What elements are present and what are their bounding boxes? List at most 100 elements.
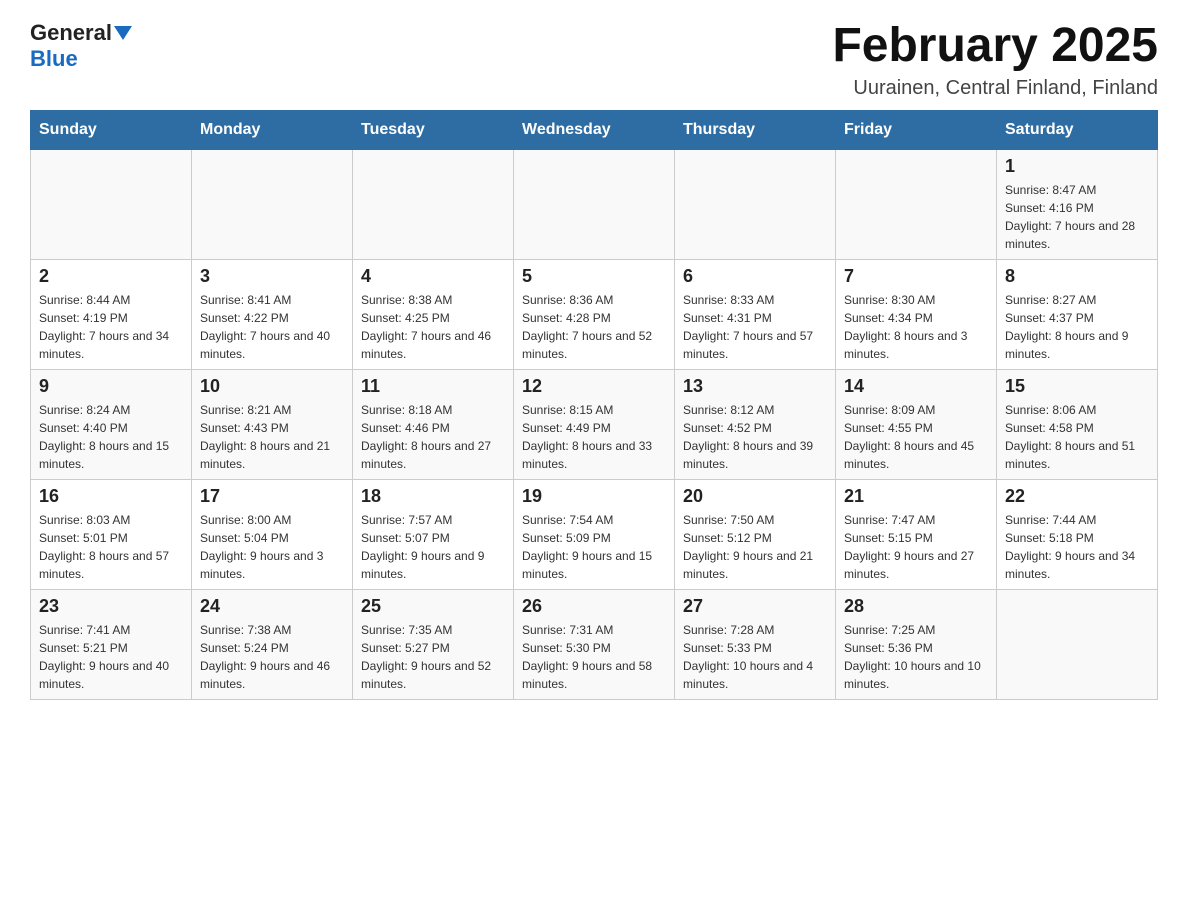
table-row: 23 Sunrise: 7:41 AMSunset: 5:21 PMDayligh…: [31, 589, 192, 699]
day-info: Sunrise: 7:31 AMSunset: 5:30 PMDaylight:…: [522, 621, 666, 693]
table-row: 4 Sunrise: 8:38 AMSunset: 4:25 PMDaylight…: [353, 259, 514, 369]
day-number: 7: [844, 266, 988, 287]
weekday-header-row: Sunday Monday Tuesday Wednesday Thursday…: [31, 110, 1158, 149]
day-info: Sunrise: 7:47 AMSunset: 5:15 PMDaylight:…: [844, 511, 988, 583]
day-info: Sunrise: 7:44 AMSunset: 5:18 PMDaylight:…: [1005, 511, 1149, 583]
day-number: 1: [1005, 156, 1149, 177]
logo-general-text: General: [30, 20, 112, 46]
table-row: [31, 149, 192, 259]
table-row: 15Sunrise: 8:06 AMSunset: 4:58 PMDayligh…: [997, 369, 1158, 479]
week-row-2: 2 Sunrise: 8:44 AMSunset: 4:19 PMDaylight…: [31, 259, 1158, 369]
day-info: Sunrise: 8:36 AMSunset: 4:28 PMDaylight:…: [522, 291, 666, 363]
header-wednesday: Wednesday: [514, 110, 675, 149]
day-info: Sunrise: 8:18 AMSunset: 4:46 PMDaylight:…: [361, 401, 505, 473]
day-info: Sunrise: 8:06 AMSunset: 4:58 PMDaylight:…: [1005, 401, 1149, 473]
day-number: 12: [522, 376, 666, 397]
day-info: Sunrise: 7:57 AMSunset: 5:07 PMDaylight:…: [361, 511, 505, 583]
table-row: 7 Sunrise: 8:30 AMSunset: 4:34 PMDaylight…: [836, 259, 997, 369]
day-info: Sunrise: 8:12 AMSunset: 4:52 PMDaylight:…: [683, 401, 827, 473]
day-number: 14: [844, 376, 988, 397]
day-number: 25: [361, 596, 505, 617]
table-row: [192, 149, 353, 259]
table-row: [836, 149, 997, 259]
day-info: Sunrise: 8:15 AMSunset: 4:49 PMDaylight:…: [522, 401, 666, 473]
title-section: February 2025 Uurainen, Central Finland,…: [832, 20, 1158, 100]
table-row: 9 Sunrise: 8:24 AMSunset: 4:40 PMDaylight…: [31, 369, 192, 479]
table-row: 18Sunrise: 7:57 AMSunset: 5:07 PMDayligh…: [353, 479, 514, 589]
day-number: 19: [522, 486, 666, 507]
week-row-5: 23 Sunrise: 7:41 AMSunset: 5:21 PMDayligh…: [31, 589, 1158, 699]
logo-triangle-icon: [114, 26, 132, 40]
table-row: 19 Sunrise: 7:54 AMSunset: 5:09 PMDayligh…: [514, 479, 675, 589]
table-row: 27 Sunrise: 7:28 AMSunset: 5:33 PMDayligh…: [675, 589, 836, 699]
table-row: 6 Sunrise: 8:33 AMSunset: 4:31 PMDaylight…: [675, 259, 836, 369]
table-row: 20 Sunrise: 7:50 AMSunset: 5:12 PMDayligh…: [675, 479, 836, 589]
day-number: 2: [39, 266, 183, 287]
day-info: Sunrise: 8:38 AMSunset: 4:25 PMDaylight:…: [361, 291, 505, 363]
header-tuesday: Tuesday: [353, 110, 514, 149]
day-number: 4: [361, 266, 505, 287]
day-number: 27: [683, 596, 827, 617]
table-row: [514, 149, 675, 259]
day-info: Sunrise: 7:41 AMSunset: 5:21 PMDaylight:…: [39, 621, 183, 693]
day-info: Sunrise: 7:25 AMSunset: 5:36 PMDaylight:…: [844, 621, 988, 693]
table-row: 26 Sunrise: 7:31 AMSunset: 5:30 PMDayligh…: [514, 589, 675, 699]
day-info: Sunrise: 7:50 AMSunset: 5:12 PMDaylight:…: [683, 511, 827, 583]
day-number: 24: [200, 596, 344, 617]
day-info: Sunrise: 8:44 AMSunset: 4:19 PMDaylight:…: [39, 291, 183, 363]
day-number: 16: [39, 486, 183, 507]
table-row: 13 Sunrise: 8:12 AMSunset: 4:52 PMDayligh…: [675, 369, 836, 479]
day-number: 28: [844, 596, 988, 617]
table-row: 8Sunrise: 8:27 AMSunset: 4:37 PMDaylight…: [997, 259, 1158, 369]
logo: General Blue: [30, 20, 132, 72]
table-row: [997, 589, 1158, 699]
table-row: 5 Sunrise: 8:36 AMSunset: 4:28 PMDaylight…: [514, 259, 675, 369]
table-row: [353, 149, 514, 259]
day-number: 23: [39, 596, 183, 617]
logo-blue-text: Blue: [30, 46, 78, 71]
day-number: 3: [200, 266, 344, 287]
day-number: 6: [683, 266, 827, 287]
table-row: 1 Sunrise: 8:47 AMSunset: 4:16 PMDaylight…: [997, 149, 1158, 259]
week-row-4: 16 Sunrise: 8:03 AMSunset: 5:01 PMDayligh…: [31, 479, 1158, 589]
week-row-1: 1 Sunrise: 8:47 AMSunset: 4:16 PMDaylight…: [31, 149, 1158, 259]
day-number: 10: [200, 376, 344, 397]
day-info: Sunrise: 7:35 AMSunset: 5:27 PMDaylight:…: [361, 621, 505, 693]
day-info: Sunrise: 8:00 AMSunset: 5:04 PMDaylight:…: [200, 511, 344, 583]
day-info: Sunrise: 8:33 AMSunset: 4:31 PMDaylight:…: [683, 291, 827, 363]
day-info: Sunrise: 7:28 AMSunset: 5:33 PMDaylight:…: [683, 621, 827, 693]
month-title: February 2025: [832, 20, 1158, 73]
day-info: Sunrise: 8:30 AMSunset: 4:34 PMDaylight:…: [844, 291, 988, 363]
day-number: 13: [683, 376, 827, 397]
day-number: 22: [1005, 486, 1149, 507]
day-info: Sunrise: 8:47 AMSunset: 4:16 PMDaylight:…: [1005, 181, 1149, 253]
day-info: Sunrise: 8:41 AMSunset: 4:22 PMDaylight:…: [200, 291, 344, 363]
table-row: 11Sunrise: 8:18 AMSunset: 4:46 PMDayligh…: [353, 369, 514, 479]
table-row: 21 Sunrise: 7:47 AMSunset: 5:15 PMDayligh…: [836, 479, 997, 589]
header-thursday: Thursday: [675, 110, 836, 149]
table-row: 14Sunrise: 8:09 AMSunset: 4:55 PMDayligh…: [836, 369, 997, 479]
day-info: Sunrise: 7:54 AMSunset: 5:09 PMDaylight:…: [522, 511, 666, 583]
page-header: General Blue February 2025 Uurainen, Cen…: [30, 20, 1158, 100]
day-number: 26: [522, 596, 666, 617]
day-number: 9: [39, 376, 183, 397]
day-number: 20: [683, 486, 827, 507]
header-monday: Monday: [192, 110, 353, 149]
day-info: Sunrise: 8:21 AMSunset: 4:43 PMDaylight:…: [200, 401, 344, 473]
day-info: Sunrise: 7:38 AMSunset: 5:24 PMDaylight:…: [200, 621, 344, 693]
day-info: Sunrise: 8:27 AMSunset: 4:37 PMDaylight:…: [1005, 291, 1149, 363]
calendar-table: Sunday Monday Tuesday Wednesday Thursday…: [30, 110, 1158, 700]
week-row-3: 9 Sunrise: 8:24 AMSunset: 4:40 PMDaylight…: [31, 369, 1158, 479]
day-info: Sunrise: 8:03 AMSunset: 5:01 PMDaylight:…: [39, 511, 183, 583]
header-sunday: Sunday: [31, 110, 192, 149]
table-row: 22 Sunrise: 7:44 AMSunset: 5:18 PMDayligh…: [997, 479, 1158, 589]
table-row: 28 Sunrise: 7:25 AMSunset: 5:36 PMDayligh…: [836, 589, 997, 699]
table-row: 10 Sunrise: 8:21 AMSunset: 4:43 PMDayligh…: [192, 369, 353, 479]
day-number: 5: [522, 266, 666, 287]
table-row: 16 Sunrise: 8:03 AMSunset: 5:01 PMDayligh…: [31, 479, 192, 589]
day-info: Sunrise: 8:24 AMSunset: 4:40 PMDaylight:…: [39, 401, 183, 473]
table-row: [675, 149, 836, 259]
header-saturday: Saturday: [997, 110, 1158, 149]
day-number: 21: [844, 486, 988, 507]
table-row: 17Sunrise: 8:00 AMSunset: 5:04 PMDayligh…: [192, 479, 353, 589]
